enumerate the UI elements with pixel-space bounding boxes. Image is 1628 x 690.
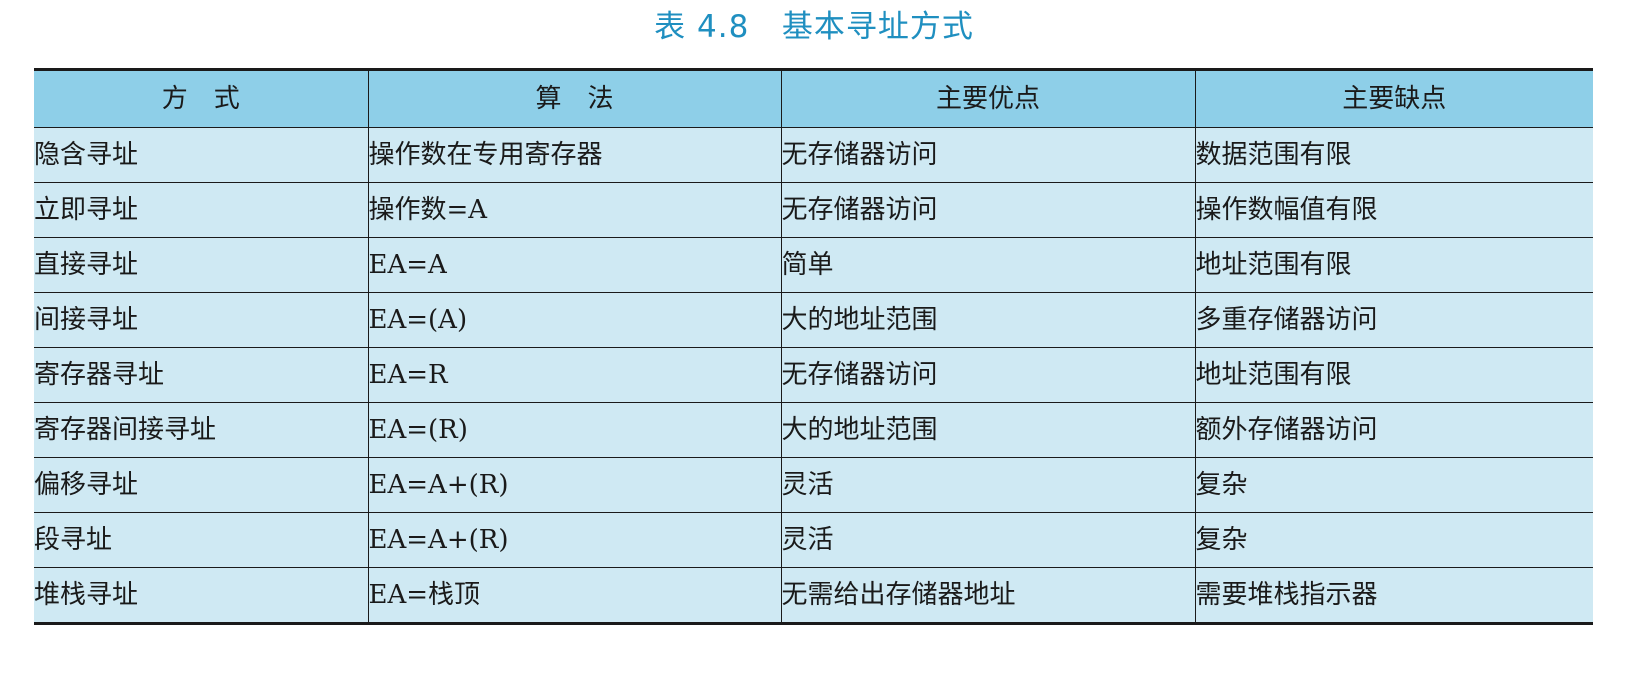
table-row: 寄存器间接寻址 EA=(R) 大的地址范围 额外存储器访问 (34, 402, 1593, 458)
cell-algorithm: EA=栈顶 (368, 567, 782, 624)
cell-algorithm: EA=R (368, 347, 782, 403)
cell-algorithm: EA=A+(R) (368, 512, 782, 568)
cell-mode: 直接寻址 (34, 237, 369, 293)
addressing-modes-table: 方 式 算 法 主要优点 主要缺点 隐含寻址 操作数在专用寄存器 无存储器访问 … (34, 68, 1593, 625)
cell-mode: 段寻址 (34, 512, 369, 568)
table-row: 寄存器寻址 EA=R 无存储器访问 地址范围有限 (34, 347, 1593, 403)
cell-mode: 堆栈寻址 (34, 567, 369, 624)
cell-advantage: 灵活 (781, 512, 1196, 568)
cell-disadvantage: 地址范围有限 (1195, 237, 1593, 293)
table-header-row: 方 式 算 法 主要优点 主要缺点 (34, 69, 1593, 128)
cell-advantage: 无存储器访问 (781, 127, 1196, 183)
cell-mode: 寄存器寻址 (34, 347, 369, 403)
table-row: 间接寻址 EA=(A) 大的地址范围 多重存储器访问 (34, 292, 1593, 348)
cell-algorithm: 操作数在专用寄存器 (368, 127, 782, 183)
cell-algorithm: EA=A+(R) (368, 457, 782, 513)
table-row: 隐含寻址 操作数在专用寄存器 无存储器访问 数据范围有限 (34, 127, 1593, 183)
cell-disadvantage: 多重存储器访问 (1195, 292, 1593, 348)
cell-mode: 寄存器间接寻址 (34, 402, 369, 458)
header-advantage: 主要优点 (781, 69, 1196, 128)
cell-mode: 偏移寻址 (34, 457, 369, 513)
cell-algorithm: 操作数=A (368, 182, 782, 238)
cell-disadvantage: 复杂 (1195, 512, 1593, 568)
cell-disadvantage: 数据范围有限 (1195, 127, 1593, 183)
cell-advantage: 灵活 (781, 457, 1196, 513)
cell-algorithm: EA=(R) (368, 402, 782, 458)
cell-advantage: 无需给出存储器地址 (781, 567, 1196, 624)
cell-advantage: 大的地址范围 (781, 402, 1196, 458)
cell-algorithm: EA=(A) (368, 292, 782, 348)
table-row: 堆栈寻址 EA=栈顶 无需给出存储器地址 需要堆栈指示器 (34, 567, 1593, 624)
cell-disadvantage: 地址范围有限 (1195, 347, 1593, 403)
table-row: 偏移寻址 EA=A+(R) 灵活 复杂 (34, 457, 1593, 513)
cell-advantage: 大的地址范围 (781, 292, 1196, 348)
header-mode: 方 式 (34, 69, 369, 128)
cell-advantage: 无存储器访问 (781, 347, 1196, 403)
cell-mode: 隐含寻址 (34, 127, 369, 183)
cell-mode: 立即寻址 (34, 182, 369, 238)
cell-advantage: 无存储器访问 (781, 182, 1196, 238)
cell-disadvantage: 需要堆栈指示器 (1195, 567, 1593, 624)
header-algorithm: 算 法 (368, 69, 782, 128)
cell-disadvantage: 操作数幅值有限 (1195, 182, 1593, 238)
cell-disadvantage: 复杂 (1195, 457, 1593, 513)
table-row: 直接寻址 EA=A 简单 地址范围有限 (34, 237, 1593, 293)
cell-mode: 间接寻址 (34, 292, 369, 348)
cell-algorithm: EA=A (368, 237, 782, 293)
header-disadvantage: 主要缺点 (1195, 69, 1593, 128)
table-row: 立即寻址 操作数=A 无存储器访问 操作数幅值有限 (34, 182, 1593, 238)
cell-disadvantage: 额外存储器访问 (1195, 402, 1593, 458)
table-caption: 表 4.8 基本寻址方式 (654, 9, 974, 45)
table-row: 段寻址 EA=A+(R) 灵活 复杂 (34, 512, 1593, 568)
cell-advantage: 简单 (781, 237, 1196, 293)
